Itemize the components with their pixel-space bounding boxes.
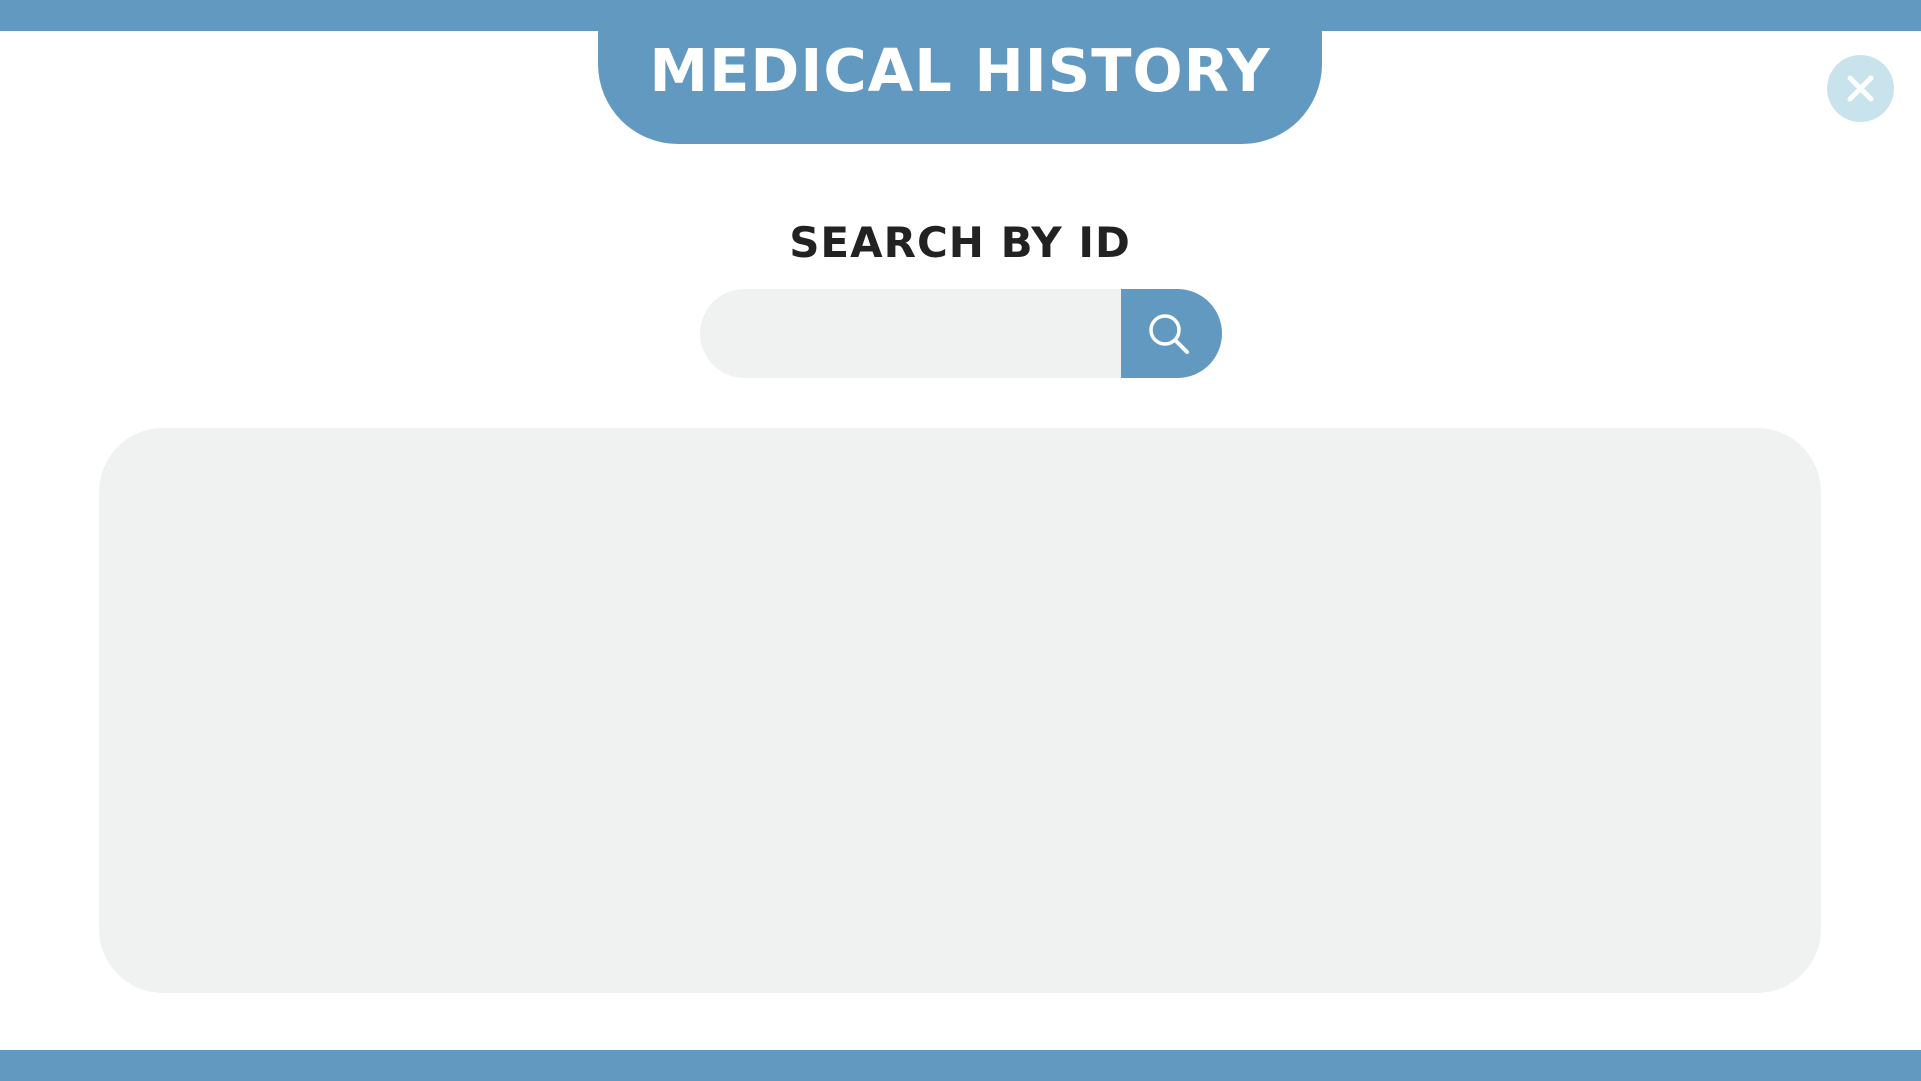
title-tab: MEDICAL HISTORY <box>598 0 1322 144</box>
search-label: SEARCH BY ID <box>789 218 1131 267</box>
results-panel <box>99 428 1821 993</box>
close-icon <box>1847 75 1874 102</box>
page-title: MEDICAL HISTORY <box>649 35 1271 105</box>
medical-history-screen: MEDICAL HISTORY SEARCH BY ID <box>0 0 1921 1081</box>
search-button[interactable] <box>1121 289 1222 378</box>
close-button[interactable] <box>1827 55 1894 122</box>
search-icon <box>1149 314 1189 354</box>
bottom-bar <box>0 1050 1921 1081</box>
search-input[interactable] <box>700 289 1121 378</box>
search-bar <box>700 289 1222 378</box>
